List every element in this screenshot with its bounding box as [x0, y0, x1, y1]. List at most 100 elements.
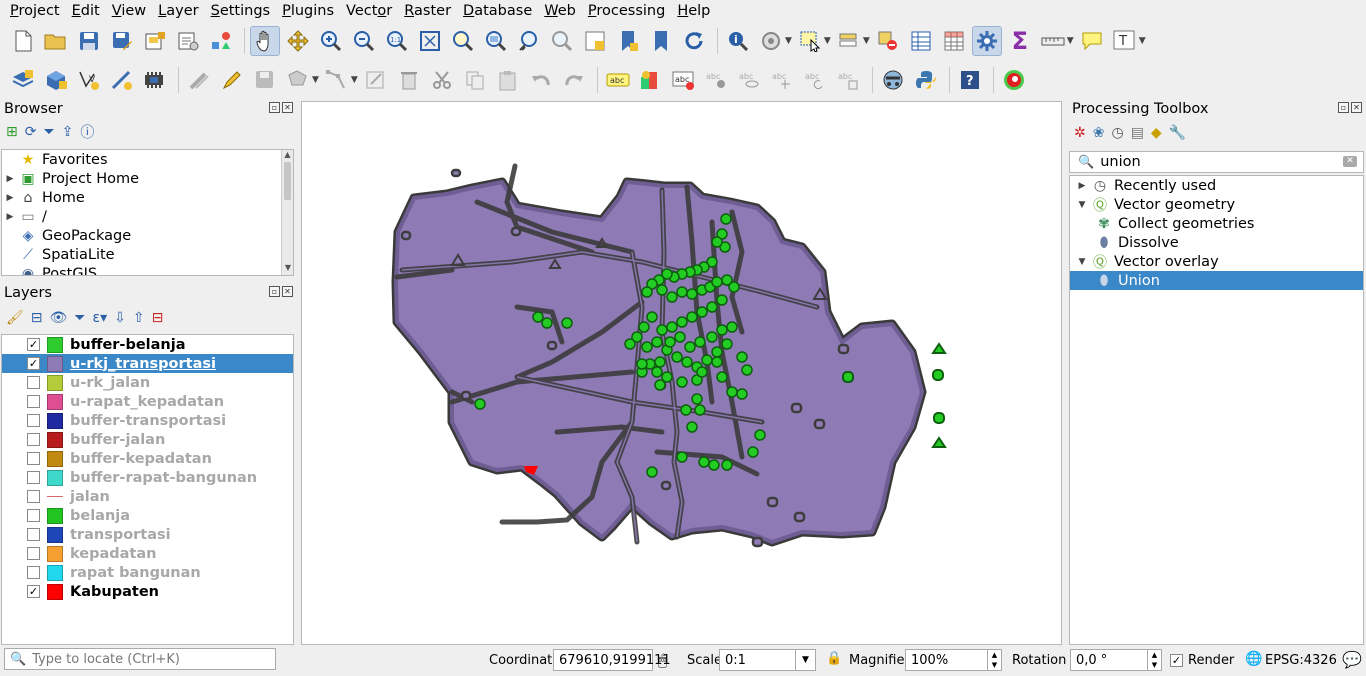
layer-row[interactable]: buffer-kepadatan: [2, 449, 293, 468]
messages-icon[interactable]: 💬: [1342, 650, 1362, 669]
menu-processing[interactable]: Processing: [582, 0, 671, 22]
new-geopackage-icon[interactable]: [41, 65, 71, 95]
clear-search-icon[interactable]: ✕: [1343, 156, 1357, 167]
menu-view[interactable]: View: [106, 0, 152, 22]
rotate-label-icon[interactable]: abc: [801, 65, 831, 95]
scale-combobox[interactable]: 0:1 ▼: [719, 649, 816, 671]
globe-icon[interactable]: 🌐: [1245, 651, 1262, 667]
toolbox-group[interactable]: ▼ Ⓠ Vector overlay: [1070, 252, 1363, 271]
layer-row[interactable]: rapat bangunan: [2, 563, 293, 582]
layer-row[interactable]: u-rapat_kepadatan: [2, 392, 293, 411]
close-icon[interactable]: ✕: [282, 286, 293, 297]
collapse-all-icon[interactable]: ⇪: [62, 124, 74, 140]
statistics-icon[interactable]: [939, 26, 969, 56]
layer-row[interactable]: kepadatan: [2, 544, 293, 563]
layer-row[interactable]: u-rk_jalan: [2, 373, 293, 392]
chevron-down-icon[interactable]: ▼: [1067, 36, 1074, 46]
browser-item[interactable]: ★ Favorites: [2, 150, 293, 169]
map-canvas[interactable]: [301, 101, 1062, 645]
save-layer-edits-icon[interactable]: [250, 65, 280, 95]
new-spatialite-icon[interactable]: [107, 65, 137, 95]
menu-web[interactable]: Web: [538, 0, 582, 22]
toolbox-group[interactable]: ▶ ◷ Recently used: [1070, 176, 1363, 195]
menu-raster[interactable]: Raster: [398, 0, 457, 22]
layer-row[interactable]: buffer-transportasi: [2, 411, 293, 430]
save-project-icon[interactable]: [74, 26, 104, 56]
layer-visibility-checkbox[interactable]: [27, 471, 40, 484]
extents-toggle-icon[interactable]: 🖱: [658, 651, 667, 669]
chevron-down-icon[interactable]: ▼: [824, 36, 831, 46]
expand-arrow-icon[interactable]: ▶: [2, 212, 18, 222]
layer-row[interactable]: belanja: [2, 506, 293, 525]
copy-features-icon[interactable]: [460, 65, 490, 95]
collapse-arrow-icon[interactable]: ▼: [1074, 200, 1090, 210]
new-shapefile-icon[interactable]: V: [74, 65, 104, 95]
layer-row[interactable]: ✓ Kabupaten: [2, 582, 293, 601]
edit-features-in-place-icon[interactable]: ◆: [1151, 125, 1162, 141]
float-panel-icon[interactable]: ▫: [269, 102, 280, 113]
refresh-icon[interactable]: ⟳: [25, 124, 37, 140]
layer-visibility-checkbox[interactable]: ✓: [27, 338, 40, 351]
layer-row[interactable]: ✓ buffer-belanja: [2, 335, 293, 354]
zoom-to-layer-icon[interactable]: [481, 26, 511, 56]
redo-icon[interactable]: [559, 65, 589, 95]
collapse-all-icon[interactable]: ⇧: [133, 310, 145, 326]
float-panel-icon[interactable]: ▫: [269, 286, 280, 297]
new-map-view-icon[interactable]: [580, 26, 610, 56]
layer-visibility-checkbox[interactable]: ✓: [27, 585, 40, 598]
cut-features-icon[interactable]: [427, 65, 457, 95]
add-group-icon[interactable]: ⊟: [31, 310, 43, 326]
menu-project[interactable]: Project: [4, 0, 66, 22]
zoom-full-icon[interactable]: [415, 26, 445, 56]
crs-label[interactable]: EPSG:4326: [1265, 653, 1337, 668]
select-features-icon[interactable]: [795, 26, 825, 56]
scrollbar[interactable]: ▲ ▼: [281, 150, 293, 275]
browser-item[interactable]: ◈ GeoPackage: [2, 226, 293, 245]
toolbox-algorithm[interactable]: ⬮ Dissolve: [1070, 233, 1363, 252]
open-project-icon[interactable]: [41, 26, 71, 56]
layer-row[interactable]: transportasi: [2, 525, 293, 544]
help-icon[interactable]: ?: [955, 65, 985, 95]
layer-visibility-checkbox[interactable]: [27, 490, 40, 503]
modify-attributes-icon[interactable]: [361, 65, 391, 95]
scripts-icon[interactable]: ❀: [1093, 125, 1105, 141]
layer-visibility-checkbox[interactable]: [27, 566, 40, 579]
expand-arrow-icon[interactable]: ▶: [1074, 181, 1090, 191]
layer-visibility-checkbox[interactable]: [27, 433, 40, 446]
filter-expression-icon[interactable]: ε▾: [93, 310, 108, 326]
deselect-features-icon[interactable]: [873, 26, 903, 56]
menu-settings[interactable]: Settings: [205, 0, 277, 22]
options-icon[interactable]: 🔧: [1169, 125, 1186, 141]
zoom-next-icon[interactable]: [547, 26, 577, 56]
menu-help[interactable]: Help: [671, 0, 716, 22]
toggle-editing-icon[interactable]: [217, 65, 247, 95]
browser-item[interactable]: ▶ ▣ Project Home: [2, 169, 293, 188]
paste-features-icon[interactable]: [493, 65, 523, 95]
coordinate-field[interactable]: 679610,9199111: [553, 649, 671, 671]
toolbox-algorithm[interactable]: ⬮ Union: [1070, 271, 1363, 290]
select-by-value-icon[interactable]: [834, 26, 864, 56]
toolbox-algorithm[interactable]: ✾ Collect geometries: [1070, 214, 1363, 233]
add-polygon-feature-icon[interactable]: [283, 65, 313, 95]
layer-visibility-checkbox[interactable]: [27, 547, 40, 560]
chevron-down-icon[interactable]: ▼: [312, 75, 319, 85]
new-print-layout-icon[interactable]: [140, 26, 170, 56]
text-annotation-icon[interactable]: T: [1110, 26, 1140, 56]
menu-vector[interactable]: Vector: [340, 0, 398, 22]
layer-diagram-icon[interactable]: [636, 65, 666, 95]
remove-layer-icon[interactable]: ⊟: [152, 310, 164, 326]
chevron-down-icon[interactable]: ▼: [1139, 36, 1146, 46]
layer-row[interactable]: jalan: [2, 487, 293, 506]
new-virtual-layer-icon[interactable]: [140, 65, 170, 95]
filter-legend-icon[interactable]: ⏷: [74, 310, 85, 326]
expand-all-icon[interactable]: ⇩: [114, 310, 126, 326]
spin-arrows-icon[interactable]: ▲ ▼: [987, 650, 1001, 670]
python-console-icon[interactable]: [911, 65, 941, 95]
lock-scale-icon[interactable]: 🔒: [826, 651, 842, 666]
collapse-arrow-icon[interactable]: ▼: [1074, 257, 1090, 267]
info-icon[interactable]: ⓘ: [80, 122, 94, 142]
toolbox-group[interactable]: ▼ Ⓠ Vector geometry: [1070, 195, 1363, 214]
menu-edit[interactable]: Edit: [66, 0, 106, 22]
style-manager-icon[interactable]: [206, 26, 236, 56]
pan-to-selection-icon[interactable]: [283, 26, 313, 56]
